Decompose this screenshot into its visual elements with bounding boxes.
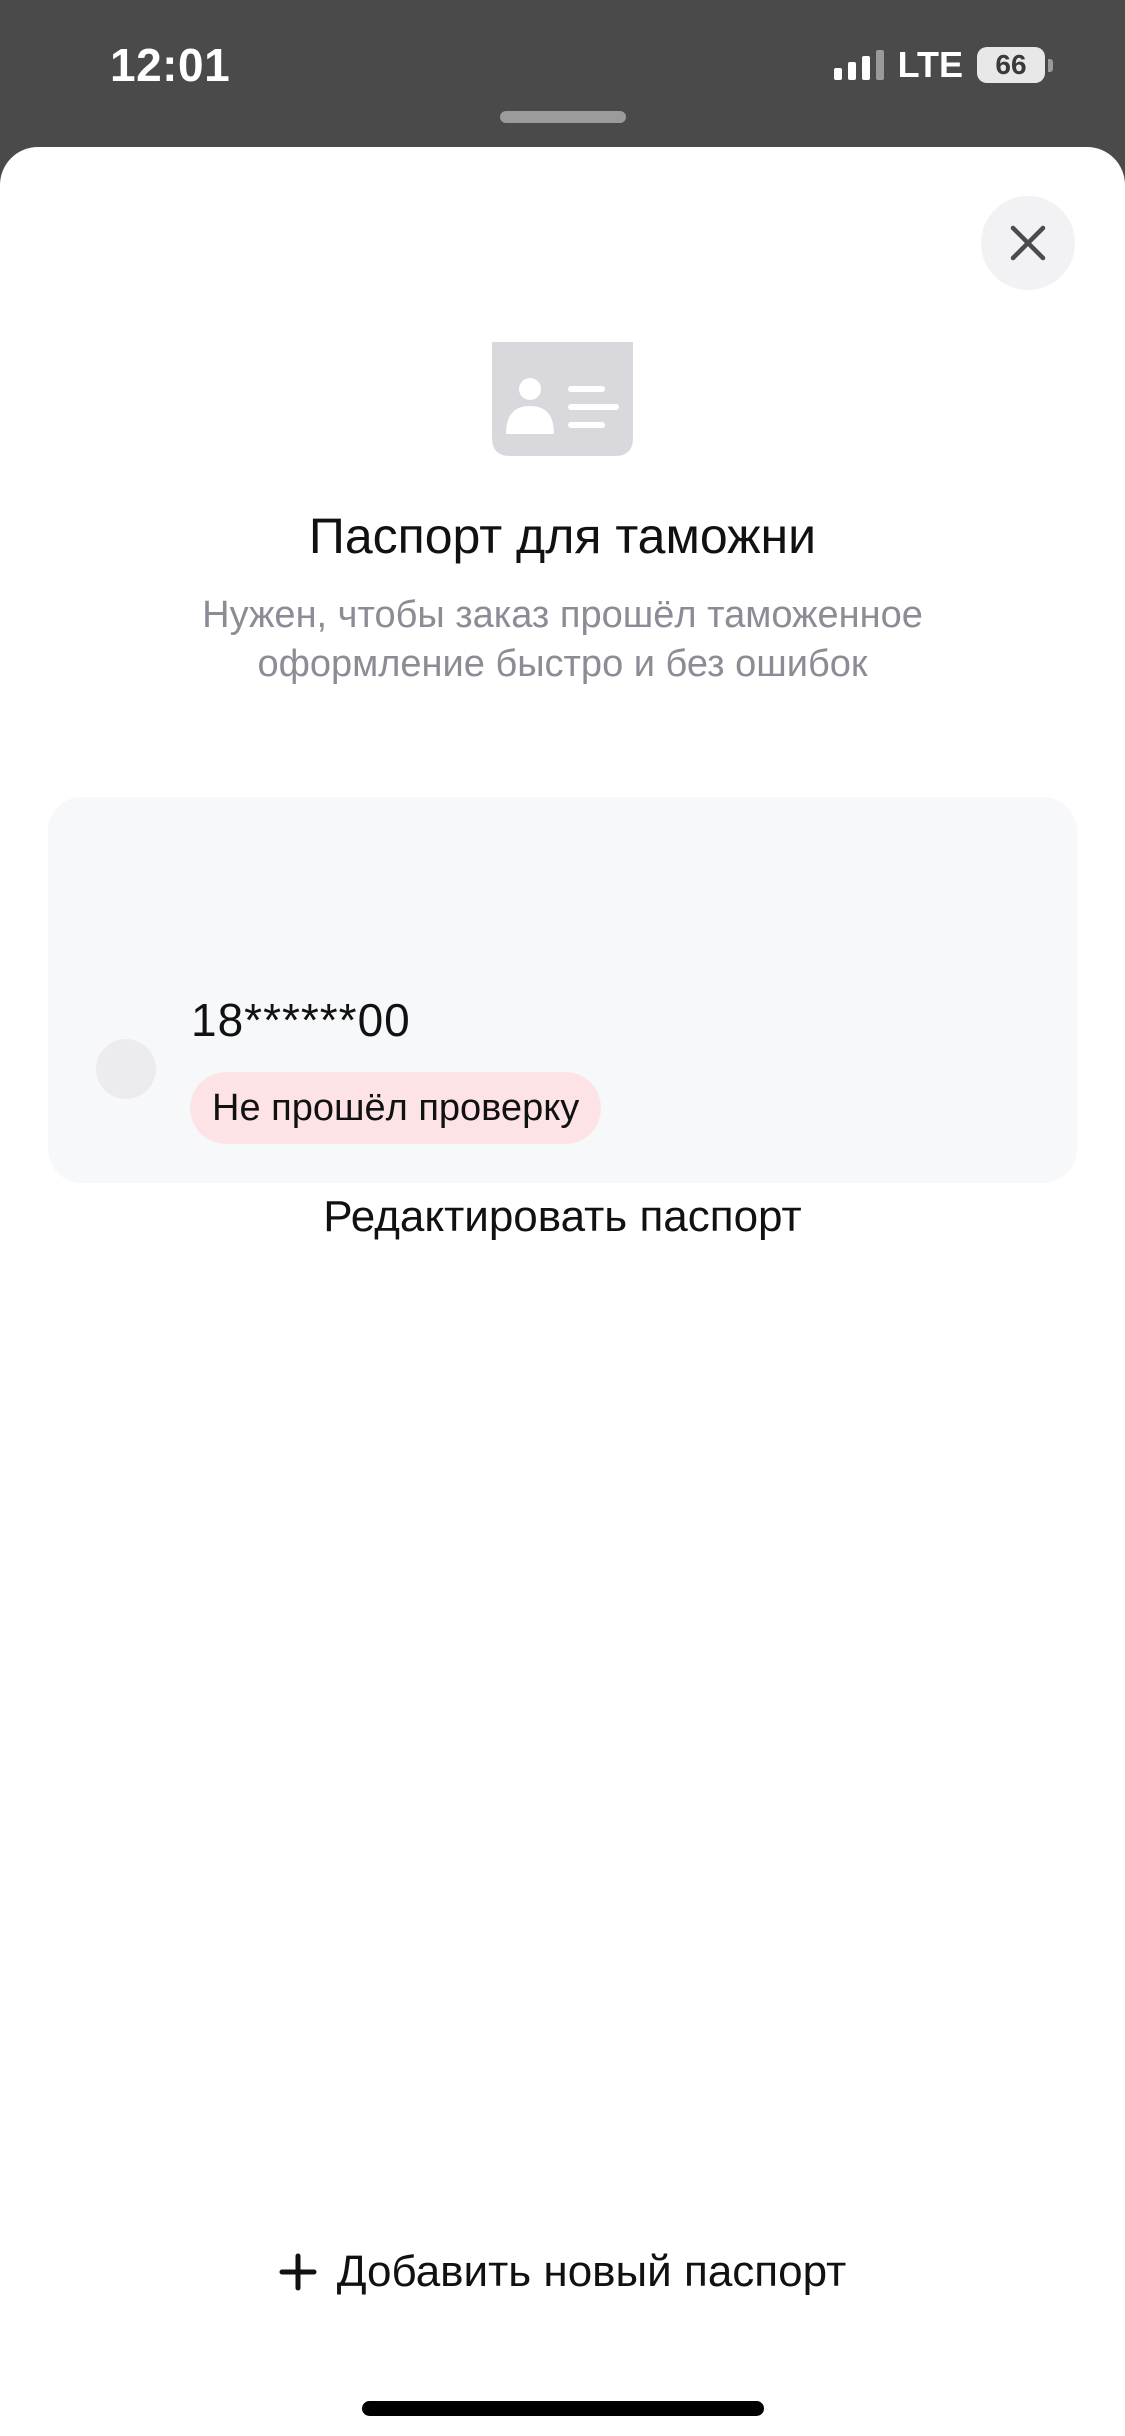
battery-level: 66 xyxy=(977,47,1045,83)
network-type: LTE xyxy=(897,44,963,85)
cellular-signal-icon xyxy=(833,50,884,80)
status-indicators: LTE 66 xyxy=(833,42,1053,88)
status-badge: Не прошёл проверку xyxy=(190,1072,602,1144)
add-passport-button[interactable]: Добавить новый паспорт xyxy=(0,2227,1125,2317)
close-button[interactable] xyxy=(981,196,1075,290)
edit-passport-button[interactable]: Редактировать паспорт xyxy=(48,1192,1077,1242)
sheet-subtitle: Нужен, чтобы заказ прошёл таможенное офо… xyxy=(202,594,923,685)
status-badge-label: Не прошёл проверку xyxy=(212,1086,580,1129)
id-card-icon xyxy=(492,342,633,456)
sheet-title: Паспорт для таможни xyxy=(308,508,817,564)
sheet-grabber[interactable] xyxy=(500,111,626,123)
status-time: 12:01 xyxy=(110,39,231,91)
battery-icon: 66 xyxy=(977,47,1053,83)
bottom-sheet: Паспорт для таможни Нужен, чтобы заказ п… xyxy=(0,147,1125,2436)
passport-card[interactable]: 18******00 Не прошёл проверку Редактиров… xyxy=(48,797,1077,1241)
passport-radio-button[interactable] xyxy=(96,1039,156,1099)
home-indicator[interactable] xyxy=(362,2401,764,2416)
plus-icon xyxy=(279,2253,317,2291)
status-bar: 12:01 LTE 66 xyxy=(0,0,1125,150)
add-passport-label: Добавить новый паспорт xyxy=(336,2247,847,2296)
passport-number: 18******00 xyxy=(191,994,411,1046)
close-icon xyxy=(1010,225,1046,261)
